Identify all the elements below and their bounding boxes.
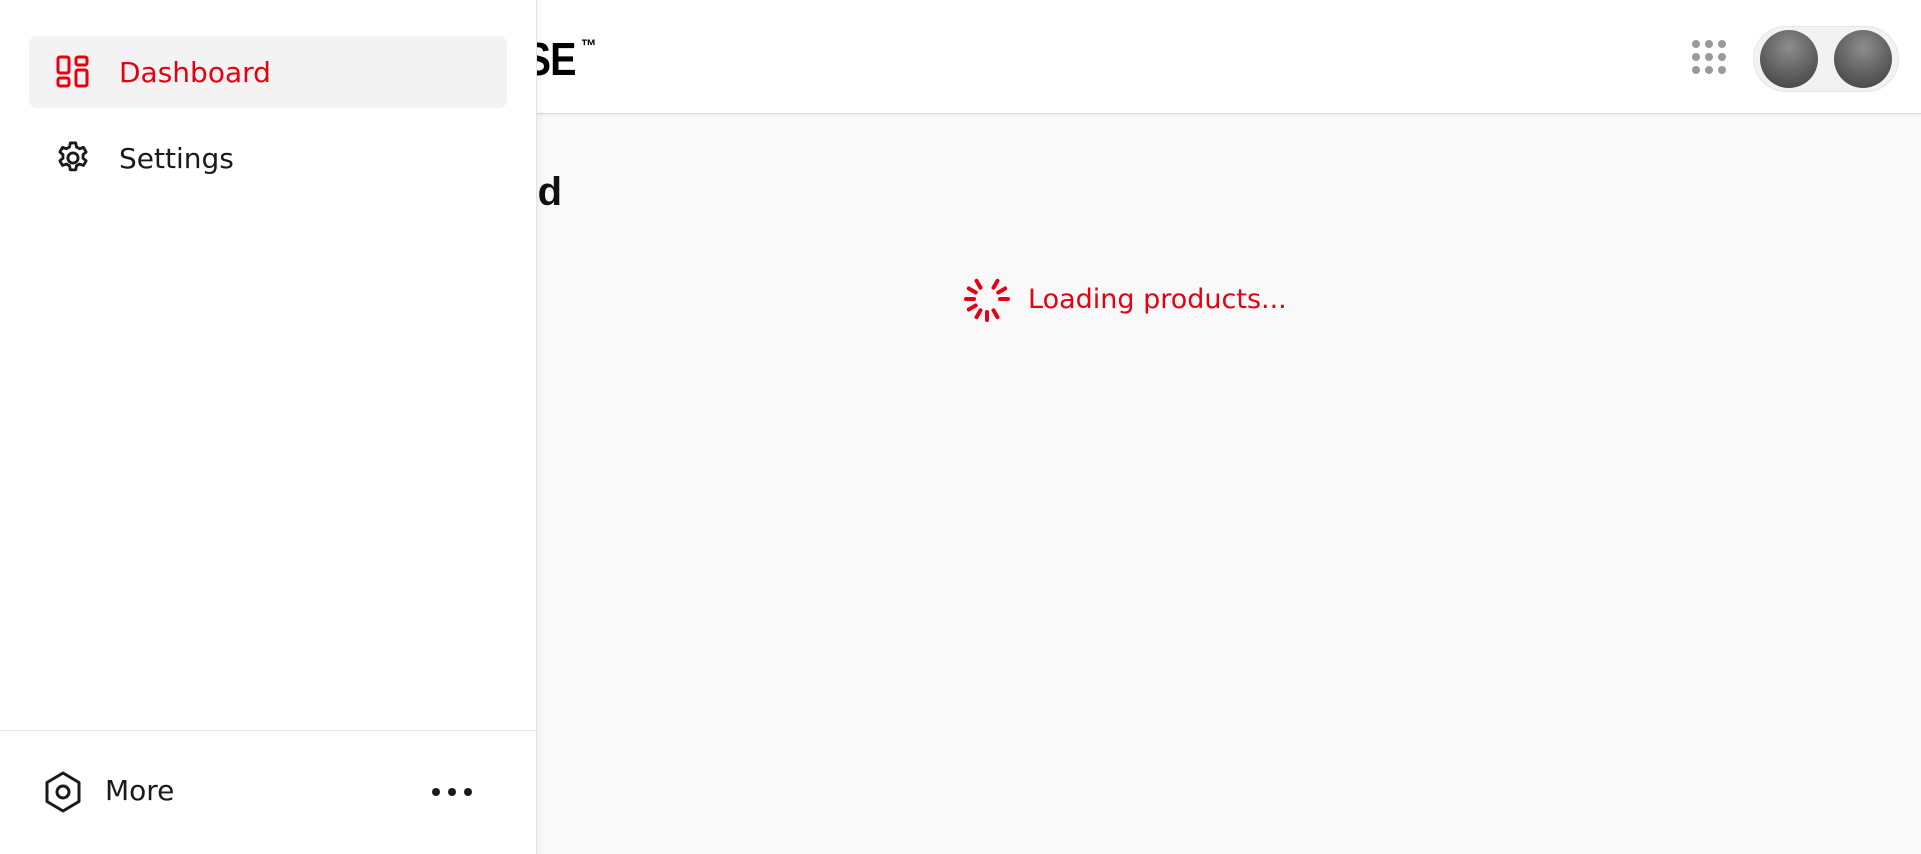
apps-grid-icon[interactable]	[1692, 40, 1728, 76]
nav-item-settings[interactable]: Settings	[29, 122, 507, 194]
more-label[interactable]: More	[105, 774, 174, 807]
more-menu-row[interactable]: More	[0, 756, 537, 828]
gear-icon	[53, 138, 93, 178]
nav-item-label: Dashboard	[119, 55, 271, 89]
nav-item-label: Settings	[119, 141, 234, 175]
trademark-mark: ™	[580, 36, 597, 56]
hexagon-nut-icon	[42, 770, 84, 814]
avatar[interactable]	[1760, 30, 1818, 88]
loading-indicator: Loading products...	[962, 274, 1287, 324]
navigation-drawer: Dashboard Settings More	[0, 0, 537, 854]
dashboard-icon	[53, 52, 93, 92]
spinner-icon	[964, 278, 1010, 322]
account-switcher[interactable]	[1753, 26, 1899, 92]
avatar[interactable]	[1834, 30, 1892, 88]
ellipsis-icon[interactable]	[432, 780, 472, 804]
drawer-divider	[0, 730, 537, 731]
nav-item-dashboard[interactable]: Dashboard	[29, 36, 507, 108]
loading-text: Loading products...	[1028, 283, 1287, 315]
